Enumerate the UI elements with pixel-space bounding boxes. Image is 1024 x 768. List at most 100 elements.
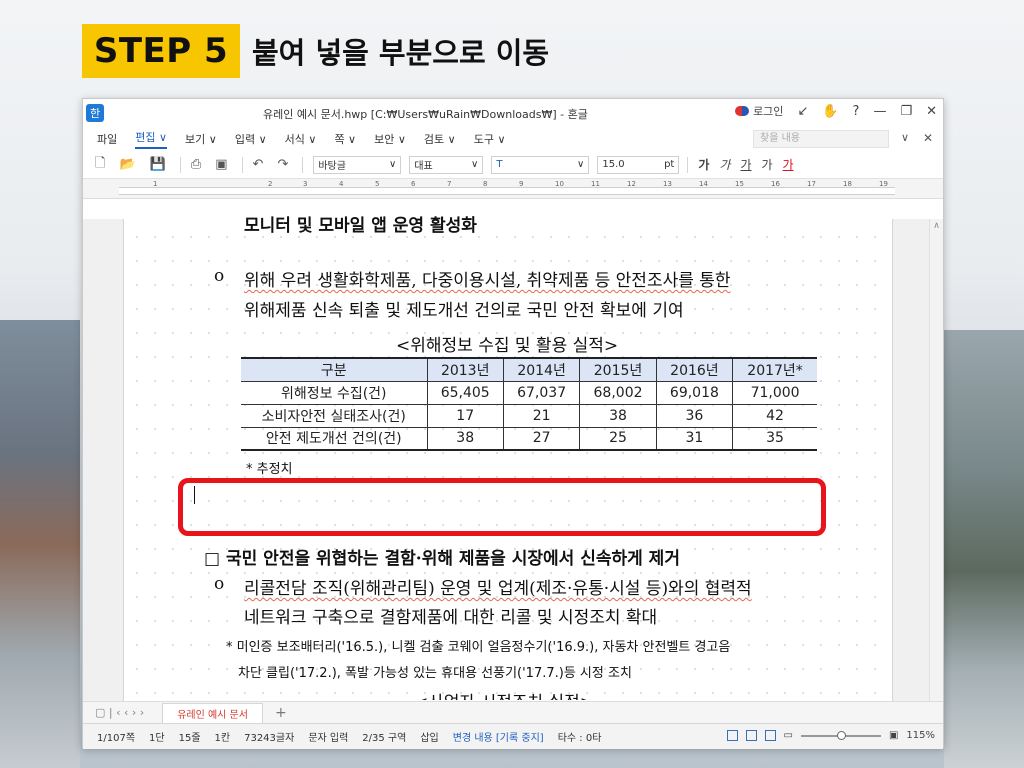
cut-caption-clip: <사업자 시정조치 실적>	[122, 690, 892, 700]
table-cell: 69,018	[655, 380, 734, 405]
find-input[interactable]: 찾을 내용	[753, 130, 889, 148]
add-tab-button[interactable]: +	[275, 705, 287, 721]
document-tab-bar: ▢ | ‹ ‹ › › 유레인 예시 문서 +	[83, 701, 943, 723]
ruler-tick: 3	[303, 180, 308, 188]
help-icon[interactable]: ?	[853, 104, 860, 119]
stats-table: 구분 2013년 2014년 2015년 2016년 2017년* 위해정보 수…	[241, 357, 817, 451]
login-icon	[735, 106, 750, 116]
menu-tools[interactable]: 도구 ∨	[474, 131, 506, 147]
close-icon[interactable]: ✕	[926, 104, 937, 119]
preview-icon[interactable]: ▣	[215, 157, 227, 172]
menu-security[interactable]: 보안 ∨	[374, 131, 406, 147]
menu-bar: 파일 편집 ∨ 보기 ∨ 입력 ∨ 서식 ∨ 쪽 ∨ 보안 ∨ 검토 ∨ 도구 …	[83, 127, 943, 151]
zoom-slider[interactable]	[800, 730, 881, 740]
tab-document[interactable]: 유레인 예시 문서	[162, 702, 263, 723]
ruler-tick: 1	[153, 180, 158, 188]
table-cell: 38	[579, 403, 657, 428]
document-page[interactable]	[123, 219, 893, 701]
tab-nav-icon[interactable]: ▢ | ‹ ‹ › ›	[95, 706, 144, 719]
save-icon[interactable]: 💾	[150, 157, 166, 172]
new-document-icon[interactable]: 🗋	[95, 154, 105, 176]
restore-size-icon[interactable]: ↙	[797, 104, 808, 119]
font-size-input[interactable]: 15.0 pt	[597, 155, 680, 174]
table-row: 소비자안전 실태조사(건) 17 21 38 36 42	[241, 403, 817, 428]
chevron-down-icon[interactable]: ∨	[901, 131, 909, 144]
ruler-tick: 5	[375, 180, 380, 188]
ruler-tick: 17	[807, 180, 816, 188]
table-caption: <위해정보 수집 및 활용 실적>	[396, 336, 619, 356]
step-title: 붙여 넣을 부분으로 이동	[252, 36, 550, 70]
zoom-out-icon[interactable]: ▭	[784, 730, 793, 741]
view-web-icon[interactable]	[745, 730, 757, 741]
heading-line: 모니터 및 모바일 앱 운영 활성화	[244, 216, 477, 236]
status-typing: 타수 : 0타	[557, 733, 602, 744]
table-cell: 36	[655, 403, 734, 428]
view-page-icon[interactable]	[764, 730, 776, 741]
close-doc-icon[interactable]: ✕	[923, 131, 933, 145]
font-lang-select[interactable]: 대표 ∨	[409, 155, 484, 174]
table-header: 2013년	[426, 357, 504, 382]
menu-insert[interactable]: 입력 ∨	[235, 131, 267, 147]
chevron-down-icon: ∨	[471, 159, 479, 170]
document-area[interactable]	[83, 219, 931, 701]
zoom-level[interactable]: 115%	[906, 730, 935, 741]
font-name-select[interactable]: T ∨	[491, 155, 590, 174]
menu-file[interactable]: 파일	[97, 131, 117, 147]
ruler-tick: 8	[483, 180, 488, 188]
table-cell: 25	[579, 426, 657, 451]
bullet-marker: o	[214, 266, 225, 286]
section2-title: □ 국민 안전을 위협하는 결함·위해 제품을 시장에서 신속하게 제거	[204, 549, 680, 569]
ruler-tick: 13	[663, 180, 672, 188]
style-select[interactable]: 바탕글 ∨	[313, 155, 402, 174]
table-row: 안전 제도개선 건의(건) 38 27 25 31 35	[241, 426, 817, 451]
text-cursor	[194, 486, 195, 504]
menu-page[interactable]: 쪽 ∨	[334, 131, 356, 147]
hancom-app-icon[interactable]: 한	[86, 104, 104, 122]
paste-target-highlight	[178, 478, 826, 536]
status-page[interactable]: 1/107쪽	[97, 729, 135, 744]
strike-button[interactable]: 가	[761, 156, 772, 173]
menu-view[interactable]: 보기 ∨	[185, 131, 217, 147]
table-cell: 31	[655, 426, 734, 451]
status-insert[interactable]: 삽입	[420, 729, 438, 744]
toolbar: 🗋 📂 💾 ⎙ ▣ ↶ ↷ 바탕글 ∨ 대표 ∨ T ∨ 15.0 pt 가 가 가 …	[83, 151, 943, 179]
minimize-icon[interactable]: —	[873, 104, 886, 119]
scroll-up-icon[interactable]: ∧	[930, 221, 943, 231]
redo-icon[interactable]: ↷	[277, 157, 288, 172]
status-track-changes[interactable]: 변경 내용 [기록 중지]	[453, 729, 544, 744]
menu-format[interactable]: 서식 ∨	[285, 131, 317, 147]
menu-review[interactable]: 검토 ∨	[424, 131, 456, 147]
ruler-tick: 11	[591, 180, 600, 188]
login-label: 로그인	[753, 105, 784, 118]
open-folder-icon[interactable]: 📂	[119, 157, 135, 172]
status-mode[interactable]: 문자 입력	[308, 729, 348, 744]
underline-button[interactable]: 가	[740, 156, 751, 173]
print-icon[interactable]: ⎙	[191, 157, 201, 172]
menu-edit[interactable]: 편집 ∨	[135, 129, 168, 149]
table-header: 2014년	[502, 357, 581, 382]
bold-button[interactable]: 가	[698, 156, 709, 173]
font-size-unit: pt	[664, 159, 675, 170]
bullet2-line2: 네트워크 구축으로 결함제품에 대한 리콜 및 시정조치 확대	[244, 608, 658, 628]
hand-icon[interactable]: ✋	[822, 104, 838, 119]
login-button[interactable]: 로그인	[735, 103, 783, 119]
status-char: 1칸	[214, 733, 231, 744]
table-header: 2016년	[655, 357, 734, 382]
style-select-value: 바탕글	[318, 161, 346, 172]
view-normal-icon[interactable]	[726, 730, 738, 741]
zoom-fit-icon[interactable]: ▣	[889, 730, 898, 741]
font-color-button[interactable]: 가	[783, 156, 794, 173]
italic-button[interactable]: 가	[719, 156, 730, 173]
note-line2: 차단 클립('17.2.), 폭발 가능성 있는 휴대용 선풍기('17.7.)…	[238, 666, 632, 681]
table-row: 위해정보 수집(건) 65,405 67,037 68,002 69,018 7…	[241, 380, 817, 405]
table-cell: 35	[732, 426, 817, 451]
ruler[interactable]: 1 2 3 4 5 6 7 8 9 10 11 12 13 14 15 16 1…	[83, 179, 943, 199]
maximize-icon[interactable]: ❐	[900, 104, 912, 119]
note-line1: * 미인증 보조배터리('16.5.), 니켈 검출 코웨이 얼음정수기('16…	[226, 640, 731, 655]
table-cell: 38	[426, 426, 504, 451]
status-column: 1단	[149, 733, 165, 744]
table-footnote: * 추정치	[246, 462, 293, 477]
undo-icon[interactable]: ↶	[253, 157, 264, 172]
vertical-scrollbar[interactable]: ∧	[929, 219, 943, 701]
step-badge: STEP 5	[82, 24, 240, 78]
